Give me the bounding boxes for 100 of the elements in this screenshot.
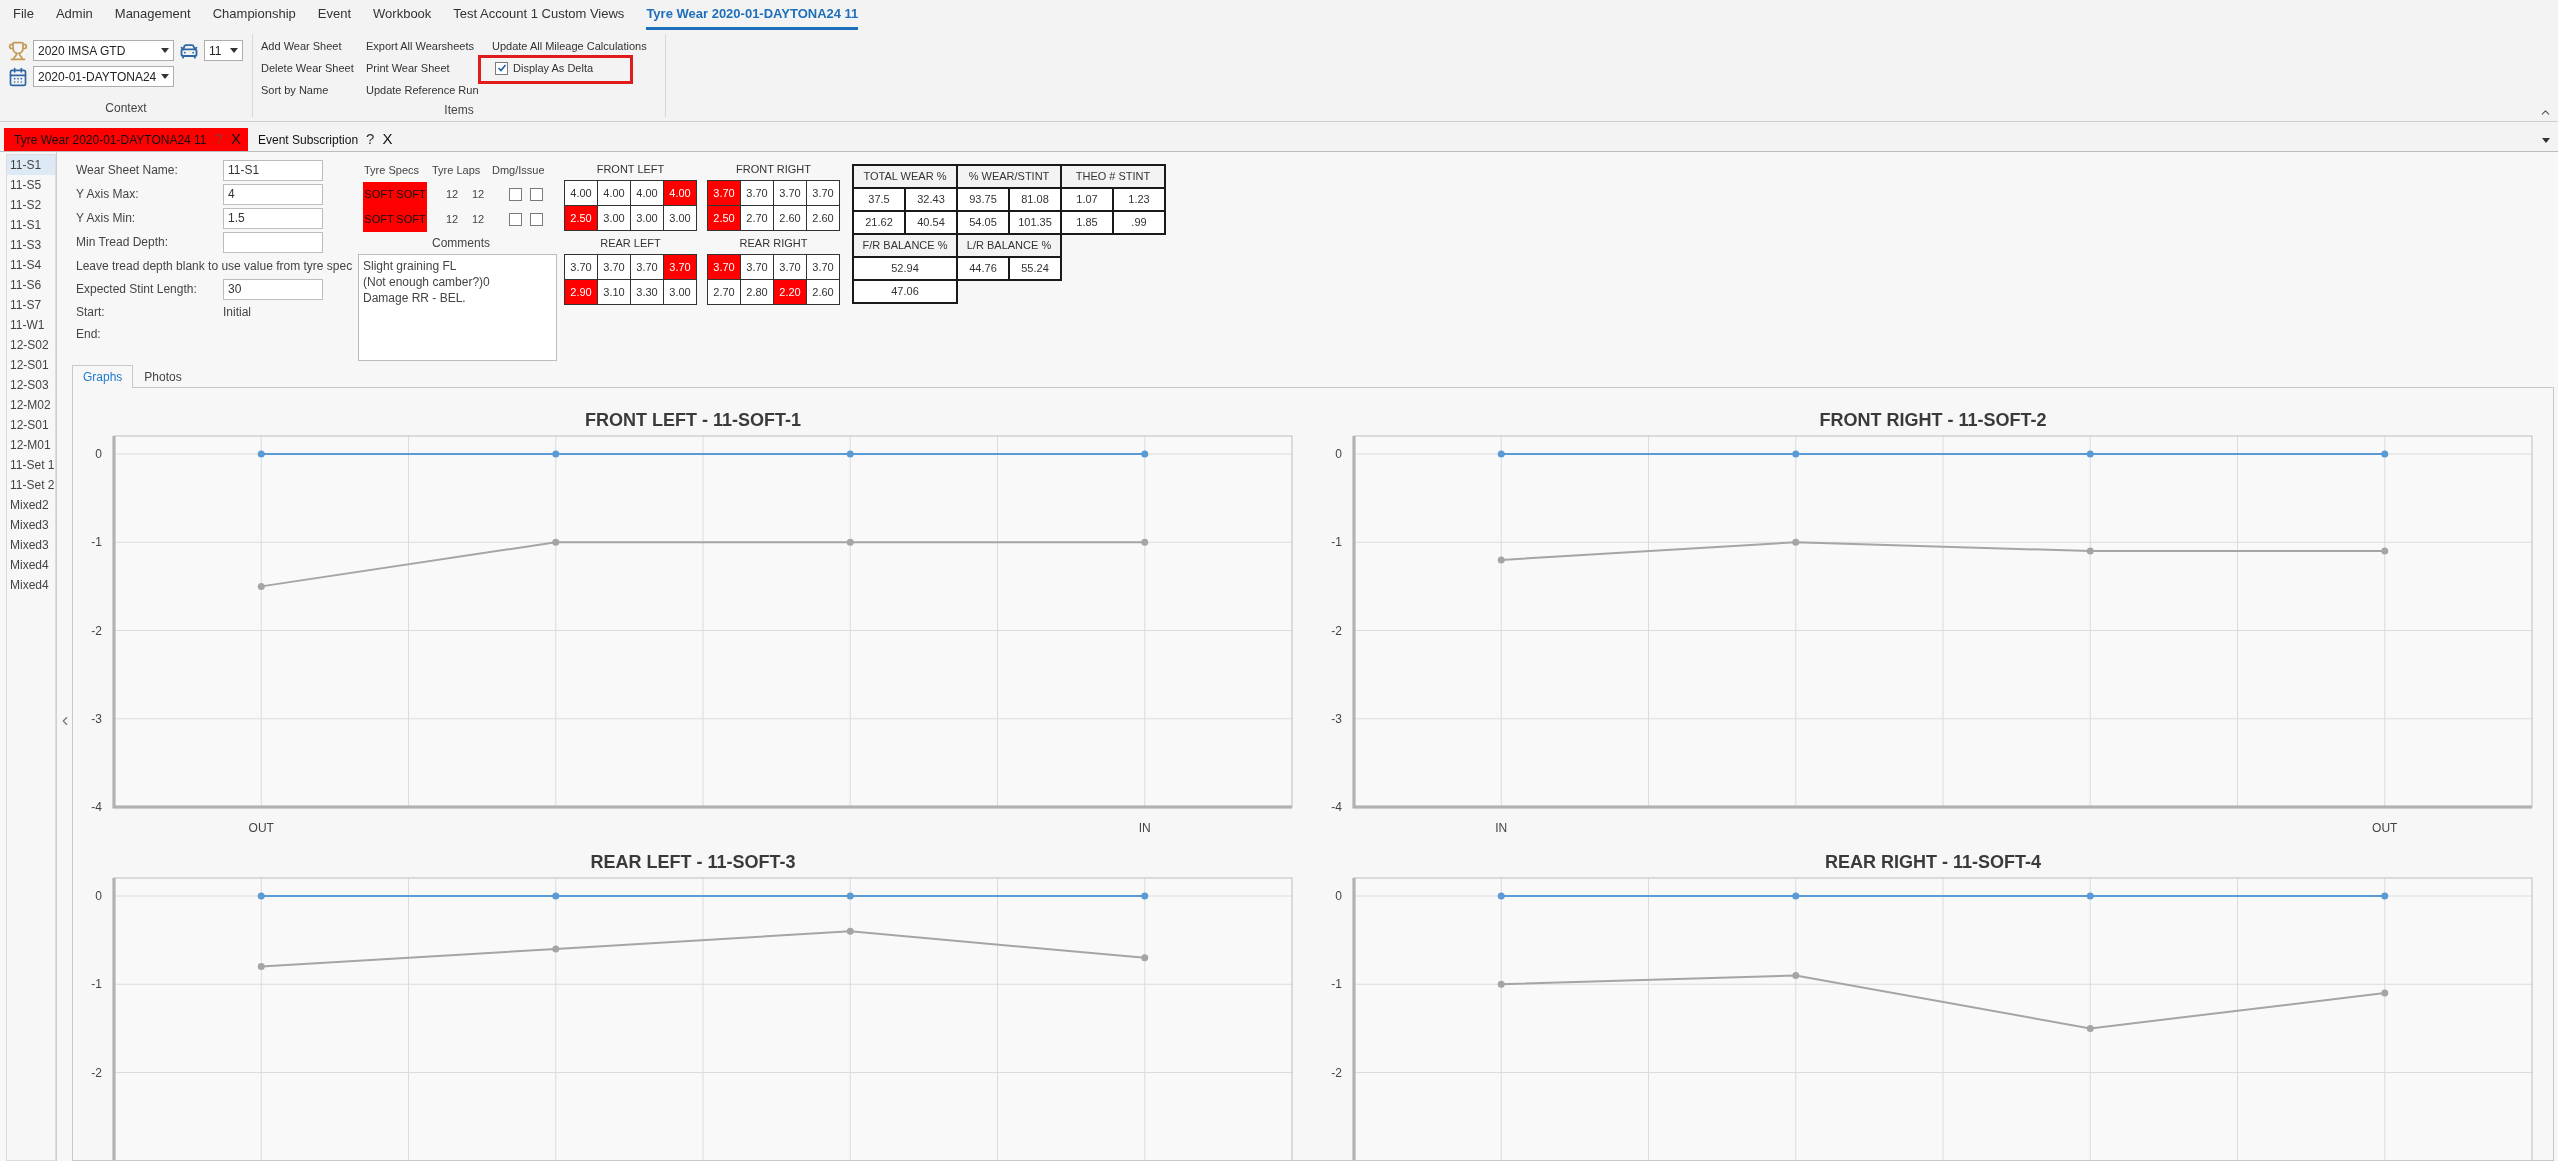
close-button[interactable]: X [382, 128, 393, 151]
data-point [257, 582, 265, 590]
ribbon-action[interactable]: Export All Wearsheets [366, 37, 474, 55]
sheet-list-item[interactable]: Mixed4 [7, 555, 55, 575]
axis-label: -3 [91, 711, 102, 726]
ribbon-action[interactable]: Print Wear Sheet [366, 59, 450, 77]
stat-cell: .99 [1114, 212, 1164, 233]
input-field[interactable] [223, 231, 323, 253]
sheet-list-item[interactable]: 12-S01 [7, 355, 55, 375]
data-point [552, 892, 560, 900]
ribbon-action[interactable]: Sort by Name [261, 81, 329, 99]
field-label: Y Axis Max: [76, 186, 140, 203]
sheet-list-item[interactable]: Mixed4 [7, 575, 55, 595]
view-tab[interactable]: Graphs [72, 365, 134, 388]
field-label: Start: [76, 304, 106, 321]
damage-checkbox[interactable] [530, 213, 543, 226]
menu-tab[interactable]: File [13, 3, 34, 30]
comments-field[interactable]: Slight graining FL (Not enough camber?)0 Damage RR - BEL. [358, 254, 557, 361]
input-field[interactable]: 1.5 [223, 207, 323, 229]
sheet-list-item[interactable]: Mixed3 [7, 535, 55, 555]
championship-dropdown[interactable]: 2020 IMSA GTD [33, 40, 174, 61]
group-label: Items [444, 102, 474, 119]
menu-tab[interactable]: Workbook [373, 3, 432, 30]
ribbon-action[interactable]: Add Wear Sheet [261, 37, 342, 55]
event-dropdown[interactable]: 2020-01-DAYTONA24 [33, 66, 174, 87]
stat-cell: 37.5 [854, 189, 904, 210]
sheet-list-item[interactable]: 12-S03 [7, 375, 55, 395]
axis-label: 0 [1335, 447, 1342, 461]
data-point [552, 450, 560, 458]
ribbon-action[interactable]: Delete Wear Sheet [261, 59, 354, 77]
help-button[interactable]: ? [366, 128, 375, 151]
trophy-icon [8, 40, 28, 61]
data-point [1792, 892, 1800, 900]
tread-cell: 3.70 [807, 255, 839, 279]
sheet-list-item[interactable]: 11-S7 [7, 295, 55, 315]
ribbon-action[interactable]: Update Reference Run [366, 81, 479, 99]
sheet-list-item[interactable]: 11-S6 [7, 275, 55, 295]
damage-checkbox[interactable] [530, 188, 543, 201]
car-dropdown[interactable]: 11 [204, 40, 243, 61]
sheet-list-item[interactable]: 11-S1 [7, 155, 55, 175]
column-header: Tyre Laps [432, 162, 482, 178]
sheet-list-item[interactable]: 12-M02 [7, 395, 55, 415]
tread-cell: 3.70 [708, 181, 740, 205]
sheet-list-item[interactable]: 11-Set 2 [7, 475, 55, 495]
sheet-list-item[interactable]: 11-S3 [7, 235, 55, 255]
axis-label: 0 [1335, 889, 1342, 903]
menu-tab[interactable]: Event [317, 3, 352, 30]
hint-text: Leave tread depth blank to use value from tyre spec [76, 257, 353, 275]
stat-header: L/R BALANCE % [958, 235, 1060, 256]
field-label: Expected Stint Length: [76, 281, 198, 298]
sheet-list-item[interactable]: 11-W1 [7, 315, 55, 335]
data-point [1141, 954, 1149, 962]
tread-cell: 2.20 [774, 280, 806, 304]
data-point [846, 892, 854, 900]
checkbox-label[interactable]: Display As Delta [513, 59, 594, 77]
input-field[interactable]: 30 [223, 278, 323, 300]
tread-cell: 4.00 [631, 181, 663, 205]
tread-cell: 2.50 [708, 206, 740, 230]
sheet-list-item[interactable]: 12-S01 [7, 415, 55, 435]
stat-cell: 44.76 [958, 258, 1008, 279]
sheet-list-item[interactable]: 11-Set 1 [7, 455, 55, 475]
axis-label: OUT [248, 821, 274, 835]
data-point [1497, 556, 1505, 564]
sheet-list-item[interactable]: 12-S02 [7, 335, 55, 355]
sheet-list-item[interactable]: 11-S4 [7, 255, 55, 275]
input-field[interactable]: 4 [223, 183, 323, 205]
menu-tab[interactable]: Test Account 1 Custom Views [453, 3, 625, 30]
damage-checkbox[interactable] [509, 213, 522, 226]
view-tab[interactable]: Photos [133, 365, 193, 388]
data-point [1141, 450, 1149, 458]
stat-header: % WEAR/STINT [958, 166, 1060, 187]
sheet-list-item[interactable]: 11-S2 [7, 195, 55, 215]
sheet-list-item[interactable]: Mixed2 [7, 495, 55, 515]
menu-tab[interactable]: Admin [55, 3, 93, 30]
sheet-list-item[interactable]: 11-S5 [7, 175, 55, 195]
stat-cell: 21.62 [854, 212, 904, 233]
menu-tab[interactable]: Management [114, 3, 191, 30]
sheet-list-item[interactable]: 12-M01 [7, 435, 55, 455]
tread-cell: 3.10 [598, 280, 630, 304]
axis-label: -1 [91, 977, 102, 992]
data-point [846, 927, 854, 935]
menu-tab[interactable]: Championship [212, 3, 296, 30]
tab-title[interactable]: Tyre Wear 2020-01-DAYTONA24 11 [14, 130, 207, 149]
data-point [552, 945, 560, 953]
checkbox[interactable] [495, 61, 508, 75]
close-button[interactable]: X [230, 128, 241, 151]
tyre-spec-cell: SOFT [395, 207, 427, 232]
sheet-list-item[interactable]: 11-S1 [7, 215, 55, 235]
axis-label: -2 [91, 623, 102, 638]
document-tab[interactable]: Tyre Wear 2020-01-DAYTONA24 11 ? X [4, 128, 248, 151]
tyre-laps: 12 [444, 187, 460, 203]
input-field[interactable]: 11-S1 [223, 159, 323, 181]
tread-cell: 3.70 [598, 255, 630, 279]
damage-checkbox[interactable] [509, 188, 522, 201]
ribbon-action[interactable]: Update All Mileage Calculations [492, 37, 647, 55]
axis-label: -4 [91, 800, 102, 814]
tab-title[interactable]: Event Subscription [258, 130, 359, 149]
data-point [1141, 538, 1149, 546]
document-tab[interactable]: Event Subscription ? X [248, 128, 403, 151]
sheet-list-item[interactable]: Mixed3 [7, 515, 55, 535]
